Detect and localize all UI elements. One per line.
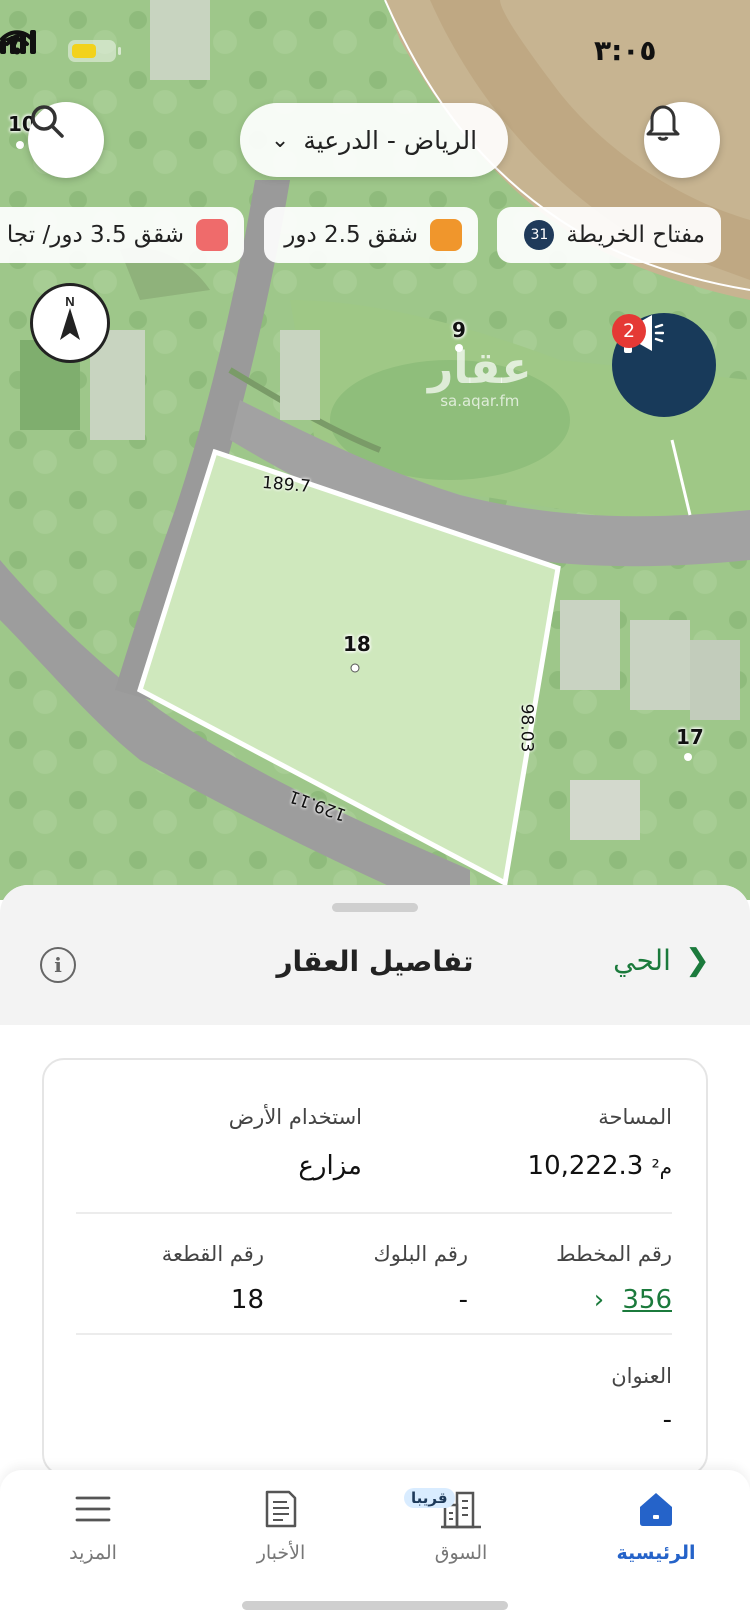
chevron-down-icon: ⌄ [270, 127, 290, 153]
battery-icon [68, 40, 121, 62]
area-label: المساحة [598, 1105, 672, 1129]
legend-color-swatch [196, 219, 228, 251]
location-arrow-icon [2, 32, 22, 52]
bell-icon [646, 105, 680, 141]
search-button[interactable] [28, 102, 104, 178]
area-value: م² 10,222.3 [528, 1151, 672, 1181]
divider [76, 1333, 672, 1335]
tab-news-label: الأخبار [256, 1542, 306, 1564]
map-key-label: مفتاح الخريطة [566, 222, 705, 248]
block-number-label: رقم البلوك [373, 1242, 468, 1266]
legend-chip-apartments-3-5[interactable]: شقق 3.5 دور/ تجا [0, 207, 244, 263]
address-label: العنوان [611, 1364, 672, 1388]
tab-news[interactable]: الأخبار [211, 1484, 351, 1564]
tab-market-label: السوق [434, 1542, 488, 1564]
plot-label-17[interactable]: 17 [676, 725, 704, 749]
legend-color-swatch [430, 219, 462, 251]
plan-number-link[interactable]: 356 ‹ [594, 1285, 672, 1315]
chevron-right-icon: ❯ [684, 943, 710, 978]
legend-label: شقق 3.5 دور/ تجا [6, 222, 184, 248]
plan-number-label: رقم المخطط [556, 1242, 672, 1266]
compass-button[interactable]: N [30, 283, 110, 363]
aqar-watermark: عقار sa.aqar.fm [428, 343, 532, 411]
legend-label: شقق 2.5 دور [284, 222, 418, 248]
watermark-url: sa.aqar.fm [440, 392, 520, 410]
plot-number-label: رقم القطعة [161, 1242, 264, 1266]
land-use-label: استخدام الأرض [228, 1105, 362, 1129]
compass-icon: N [60, 294, 80, 340]
land-use-value: مزارع [298, 1151, 362, 1181]
plot-label-main[interactable]: 18 [343, 632, 371, 656]
chevron-left-icon: ‹ [593, 1285, 605, 1315]
map-view[interactable]: 18 9 10 17 189.7 98.03 129.11 عقار sa.aq… [0, 0, 750, 900]
tab-home-label: الرئيسية [616, 1542, 696, 1564]
sheet-header: i تفاصيل العقار الحي ❯ [0, 885, 750, 1025]
promotions-badge: 2 [612, 314, 646, 348]
search-icon [31, 105, 64, 138]
plan-number-value: 356 [622, 1285, 672, 1315]
compass-north-label: N [65, 294, 74, 309]
map-key-chip[interactable]: مفتاح الخريطة 31 [497, 207, 721, 263]
plot-label-9[interactable]: 9 [452, 318, 466, 342]
map-key-count: 31 [524, 220, 555, 250]
coming-soon-badge: قريبا [404, 1488, 455, 1508]
tab-more-label: المزيد [69, 1542, 117, 1564]
neighborhood-link[interactable]: الحي ❯ [613, 943, 710, 978]
menu-icon [75, 1496, 111, 1522]
city-selector-label: الرياض - الدرعية [303, 125, 478, 155]
status-bar: ٣:٠٥ [0, 30, 750, 70]
block-number-value: - [458, 1285, 468, 1315]
dimension-top: 189.7 [261, 472, 312, 498]
neighborhood-label: الحي [613, 944, 671, 977]
news-icon [265, 1490, 297, 1528]
drag-handle[interactable] [332, 903, 418, 912]
notifications-button[interactable] [644, 102, 720, 178]
divider [76, 1212, 672, 1214]
city-selector[interactable]: ⌄ الرياض - الدرعية [240, 103, 508, 177]
home-indicator [242, 1601, 508, 1610]
watermark-logo: عقار [428, 343, 532, 394]
tab-home[interactable]: الرئيسية [586, 1484, 726, 1564]
status-time: ٣:٠٥ [594, 34, 657, 67]
area-unit: م² [651, 1155, 672, 1179]
area-number: 10,222.3 [527, 1151, 644, 1181]
address-value: - [662, 1405, 672, 1435]
dimension-right: 98.03 [516, 703, 537, 753]
legend-chip-apartments-2-5[interactable]: شقق 2.5 دور [264, 207, 478, 263]
plot-number-value: 18 [230, 1285, 264, 1315]
tab-more[interactable]: المزيد [23, 1484, 163, 1564]
home-icon [640, 1493, 672, 1526]
